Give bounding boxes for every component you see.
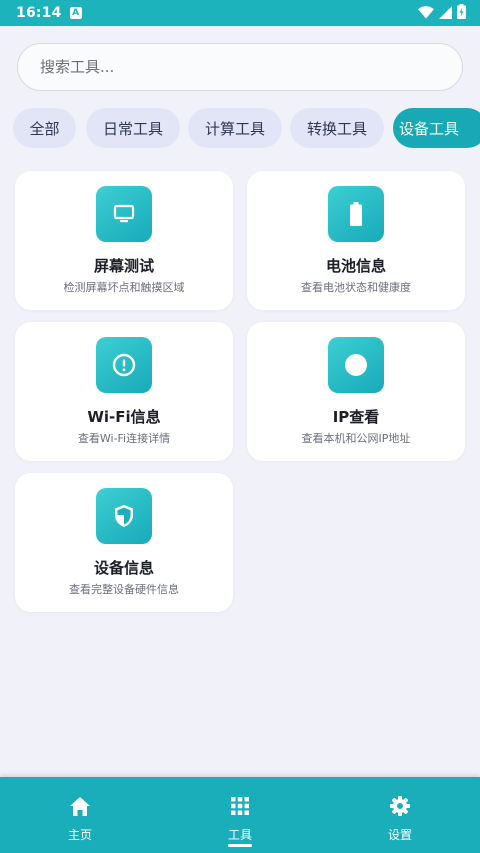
bottom-navigation: 主页 工具 设置 xyxy=(0,777,480,853)
wifi-icon xyxy=(418,4,434,23)
status-time: 16:14 xyxy=(16,5,62,21)
shield-icon xyxy=(96,488,152,544)
chip-calc-tools[interactable]: 计算工具 xyxy=(188,108,282,148)
category-chips: 全部 日常工具 计算工具 转换工具 设备工具 xyxy=(13,108,480,148)
chip-convert-tools[interactable]: 转换工具 xyxy=(290,108,384,148)
nav-label-home: 主页 xyxy=(67,828,92,842)
gear-icon xyxy=(390,796,410,816)
nav-item-home[interactable]: 主页 xyxy=(20,777,140,853)
grid-icon xyxy=(230,796,250,816)
tool-description: 查看本机和公网IP地址 xyxy=(301,432,411,445)
nav-item-tools[interactable]: 工具 xyxy=(180,777,300,853)
battery-charging-icon xyxy=(457,3,466,23)
tool-card-screen-test[interactable]: 屏幕测试 检测屏幕坏点和触摸区域 xyxy=(15,171,233,310)
tool-card-device-info[interactable]: 设备信息 查看完整设备硬件信息 xyxy=(15,473,233,612)
nav-label-tools: 工具 xyxy=(227,828,252,842)
tool-title: 屏幕测试 xyxy=(93,257,154,275)
tool-description: 查看电池状态和健康度 xyxy=(301,281,411,294)
nav-label-settings: 设置 xyxy=(387,828,412,842)
nav-item-settings[interactable]: 设置 xyxy=(340,777,460,853)
status-icons xyxy=(418,3,466,23)
tool-title: Wi-Fi信息 xyxy=(87,408,161,426)
circle-icon xyxy=(328,337,384,393)
tool-description: 查看Wi-Fi连接详情 xyxy=(77,432,171,445)
active-tab-indicator xyxy=(228,844,252,847)
info-circle-icon xyxy=(96,337,152,393)
search-bar[interactable] xyxy=(17,43,463,91)
signal-icon xyxy=(439,4,452,23)
status-bar: 16:14 A xyxy=(0,0,480,26)
tool-card-ip-view[interactable]: IP查看 查看本机和公网IP地址 xyxy=(247,322,465,461)
tool-card-wifi-info[interactable]: Wi-Fi信息 查看Wi-Fi连接详情 xyxy=(15,322,233,461)
tool-title: 设备信息 xyxy=(93,559,154,577)
tool-card-battery-info[interactable]: 电池信息 查看电池状态和健康度 xyxy=(247,171,465,310)
a-notification-icon: A xyxy=(69,7,82,19)
tool-title: IP查看 xyxy=(332,408,380,426)
chip-all[interactable]: 全部 xyxy=(13,108,76,148)
chip-device-tools[interactable]: 设备工具 xyxy=(393,108,480,148)
monitor-icon xyxy=(96,186,152,242)
search-input[interactable] xyxy=(38,57,442,77)
chip-daily-tools[interactable]: 日常工具 xyxy=(86,108,180,148)
home-icon xyxy=(70,796,90,816)
tool-description: 查看完整设备硬件信息 xyxy=(69,583,179,596)
tool-title: 电池信息 xyxy=(325,257,386,275)
battery-icon xyxy=(328,186,384,242)
tool-description: 检测屏幕坏点和触摸区域 xyxy=(63,281,185,294)
